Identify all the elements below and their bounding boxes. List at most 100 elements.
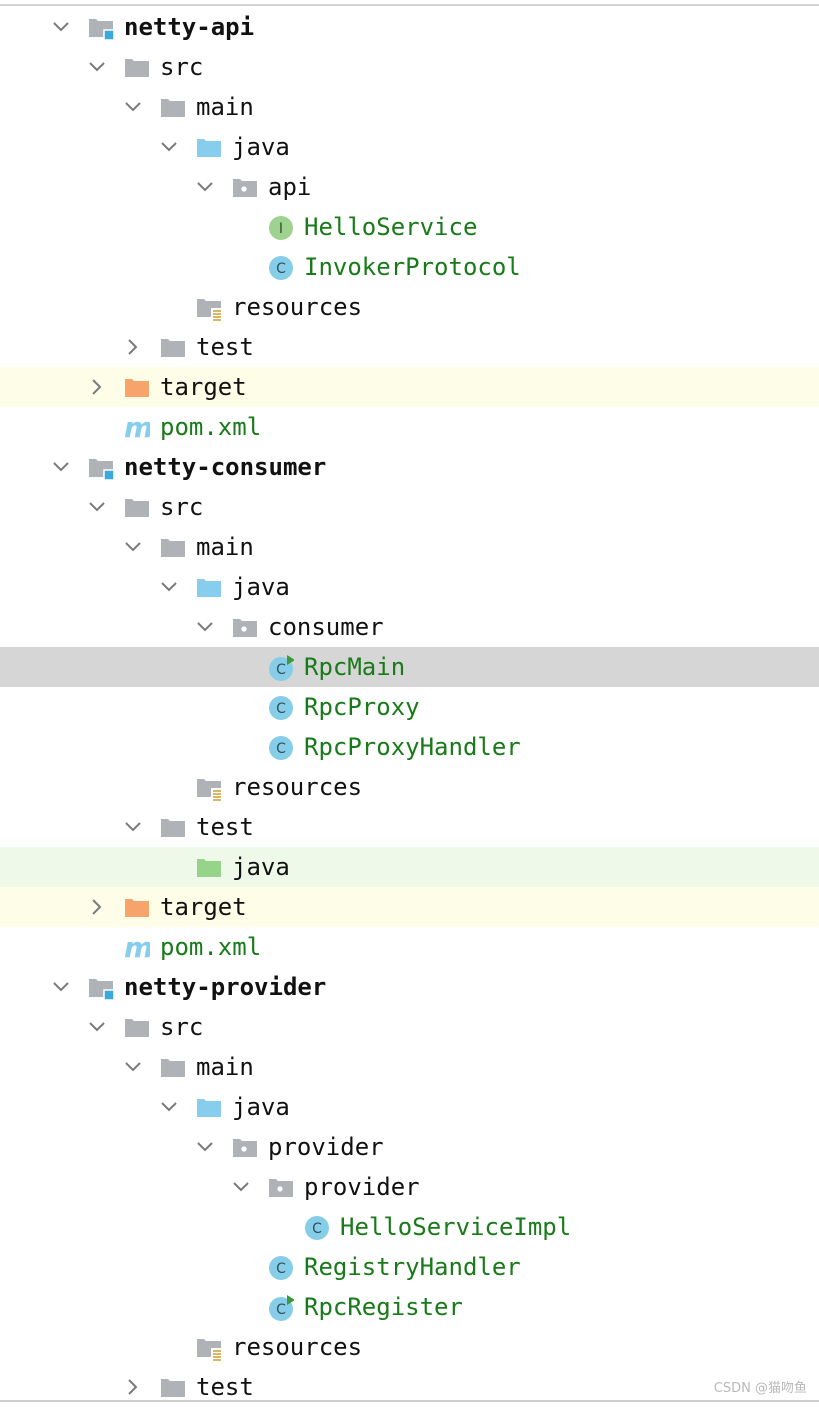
tree-row[interactable]: resources: [0, 1327, 819, 1367]
tree-item-label: src: [160, 493, 204, 521]
top-divider: [0, 4, 819, 6]
source-folder-icon: [197, 579, 221, 597]
excluded-folder-icon: [125, 899, 149, 917]
chevron-down-icon[interactable]: [88, 1018, 106, 1036]
tree-row[interactable]: target: [0, 887, 819, 927]
tree-row[interactable]: src: [0, 487, 819, 527]
svg-text:C: C: [312, 1221, 322, 1237]
watermark: CSDN @猫吻鱼: [713, 1381, 807, 1396]
chevron-down-icon[interactable]: [196, 1138, 214, 1156]
tree-row[interactable]: I HelloService: [0, 207, 819, 247]
folder-icon: [125, 499, 149, 517]
tree-row[interactable]: netty-api: [0, 7, 819, 47]
folder-icon: [125, 59, 149, 77]
folder-icon: [161, 339, 185, 357]
tree-row[interactable]: provider: [0, 1127, 819, 1167]
tree-row[interactable]: java: [0, 127, 819, 167]
tree-item-label: netty-api: [124, 13, 255, 41]
tree-item-label: RpcProxy: [304, 693, 420, 721]
chevron-down-icon[interactable]: [196, 618, 214, 636]
chevron-right-icon[interactable]: [124, 338, 142, 356]
tree-item-label: consumer: [268, 613, 384, 641]
tree-row[interactable]: netty-consumer: [0, 447, 819, 487]
tree-row[interactable]: java: [0, 847, 819, 887]
maven-icon: m: [124, 935, 150, 961]
tree-row[interactable]: target: [0, 367, 819, 407]
chevron-right-icon[interactable]: [88, 378, 106, 396]
project-tree[interactable]: netty-api src main java api I HelloService C Inv…: [0, 7, 819, 1407]
chevron-down-icon[interactable]: [124, 538, 142, 556]
svg-text:C: C: [276, 741, 286, 757]
tree-row[interactable]: resources: [0, 287, 819, 327]
chevron-down-icon[interactable]: [88, 58, 106, 76]
chevron-down-icon[interactable]: [52, 18, 70, 36]
tree-row[interactable]: C InvokerProtocol: [0, 247, 819, 287]
class-icon: C: [269, 736, 293, 760]
tree-row[interactable]: C HelloServiceImpl: [0, 1207, 819, 1247]
tree-item-label: InvokerProtocol: [304, 253, 521, 281]
maven-icon: m: [124, 415, 150, 441]
tree-row[interactable]: consumer: [0, 607, 819, 647]
tree-row[interactable]: java: [0, 567, 819, 607]
runnable-class-icon: C: [269, 655, 294, 681]
chevron-down-icon[interactable]: [124, 1058, 142, 1076]
tree-row[interactable]: api: [0, 167, 819, 207]
chevron-right-icon[interactable]: [124, 1378, 142, 1396]
chevron-down-icon[interactable]: [232, 1178, 250, 1196]
tree-row[interactable]: java: [0, 1087, 819, 1127]
tree-row[interactable]: C RpcRegister: [0, 1287, 819, 1327]
chevron-down-icon[interactable]: [124, 818, 142, 836]
module-folder-icon: [89, 19, 114, 41]
chevron-down-icon[interactable]: [52, 458, 70, 476]
folder-icon: [161, 539, 185, 557]
tree-row[interactable]: m pom.xml: [0, 407, 819, 447]
svg-text:C: C: [276, 662, 286, 678]
tree-item-label: netty-provider: [124, 973, 327, 1001]
tree-row[interactable]: test: [0, 807, 819, 847]
chevron-down-icon[interactable]: [124, 98, 142, 116]
excluded-folder-icon: [125, 379, 149, 397]
tree-row[interactable]: main: [0, 1047, 819, 1087]
resources-folder-icon: [197, 299, 222, 321]
tree-item-label: HelloService: [304, 213, 478, 241]
chevron-down-icon[interactable]: [52, 978, 70, 996]
folder-icon: [161, 819, 185, 837]
tree-row[interactable]: test: [0, 327, 819, 367]
svg-text:C: C: [276, 701, 286, 717]
tree-item-label: test: [196, 333, 254, 361]
tree-row[interactable]: src: [0, 47, 819, 87]
tree-row[interactable]: C RegistryHandler: [0, 1247, 819, 1287]
tree-item-label: resources: [232, 293, 363, 321]
interface-icon: I: [269, 216, 293, 240]
tree-item-label: RpcProxyHandler: [304, 733, 521, 761]
tree-item-label: java: [232, 133, 290, 161]
tree-row[interactable]: src: [0, 1007, 819, 1047]
tree-row[interactable]: m pom.xml: [0, 927, 819, 967]
tree-item-label: src: [160, 1013, 204, 1041]
tree-item-label: target: [160, 373, 247, 401]
tree-item-label: pom.xml: [160, 413, 262, 441]
chevron-right-icon[interactable]: [88, 898, 106, 916]
tree-item-label: provider: [304, 1173, 420, 1201]
tree-item-label: test: [196, 1373, 254, 1401]
tree-row[interactable]: main: [0, 527, 819, 567]
tree-row[interactable]: C RpcMain: [0, 647, 819, 687]
tree-row[interactable]: C RpcProxy: [0, 687, 819, 727]
chevron-down-icon[interactable]: [196, 178, 214, 196]
tree-row[interactable]: provider: [0, 1167, 819, 1207]
tree-row[interactable]: C RpcProxyHandler: [0, 727, 819, 767]
chevron-down-icon[interactable]: [88, 498, 106, 516]
class-icon: C: [269, 1256, 293, 1280]
chevron-down-icon[interactable]: [160, 1098, 178, 1116]
source-folder-icon: [197, 1099, 221, 1117]
tree-row[interactable]: main: [0, 87, 819, 127]
folder-icon: [125, 1019, 149, 1037]
chevron-down-icon[interactable]: [160, 578, 178, 596]
package-folder-icon: [233, 179, 257, 197]
tree-row[interactable]: resources: [0, 767, 819, 807]
tree-item-label: RegistryHandler: [304, 1253, 521, 1281]
folder-icon: [161, 1059, 185, 1077]
class-icon: C: [269, 696, 293, 720]
tree-row[interactable]: netty-provider: [0, 967, 819, 1007]
chevron-down-icon[interactable]: [160, 138, 178, 156]
